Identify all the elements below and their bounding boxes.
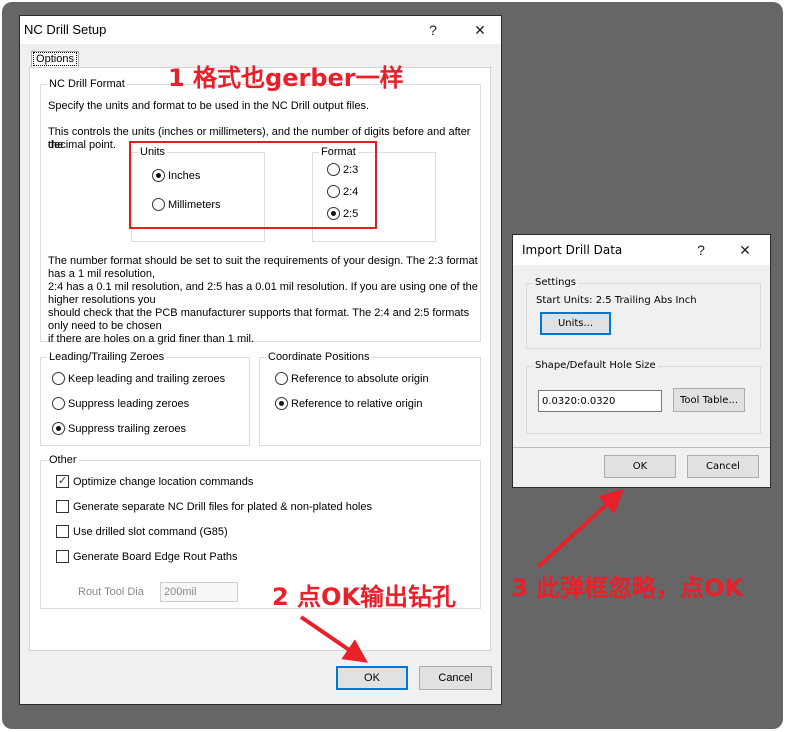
- format-description-7: if there are holes on a grid finer than …: [48, 333, 255, 345]
- checkbox-g85-slot-label: Use drilled slot command (G85): [73, 525, 228, 538]
- dialog-title: NC Drill Setup: [24, 22, 107, 37]
- tool-table-button[interactable]: Tool Table...: [673, 388, 745, 412]
- footer-divider: [513, 447, 770, 448]
- ok-button[interactable]: OK: [604, 455, 676, 478]
- radio-indicator: [52, 372, 65, 385]
- import-drill-data-dialog: Import Drill Data ? ✕ Settings Start Uni…: [512, 234, 771, 488]
- radio-indicator: [52, 397, 65, 410]
- format-description-5: should check that the PCB manufacturer s…: [48, 307, 470, 319]
- zeroes-label: Leading/Trailing Zeroes: [47, 350, 167, 364]
- annotation-1: 1 格式也gerber一样: [168, 64, 404, 92]
- hole-size-input[interactable]: [538, 390, 662, 412]
- checkbox-indicator: [56, 525, 69, 538]
- tab-options[interactable]: Options: [31, 51, 79, 68]
- radio-absolute-origin-label: Reference to absolute origin: [291, 372, 429, 385]
- nc-drill-format-label: NC Drill Format: [47, 77, 127, 91]
- radio-keep-zeroes[interactable]: Keep leading and trailing zeroes: [52, 372, 225, 385]
- cancel-button[interactable]: Cancel: [419, 666, 492, 690]
- units-button[interactable]: Units...: [540, 312, 611, 335]
- checkbox-g85-slot[interactable]: Use drilled slot command (G85): [56, 525, 228, 538]
- close-icon[interactable]: ✕: [470, 20, 490, 40]
- format-description-3: 2:4 has a 0.1 mil resolution, and 2:5 ha…: [48, 281, 478, 293]
- checkbox-optimize-location-label: Optimize change location commands: [73, 475, 254, 488]
- annotation-3: 3 此弹框忽略，点OK: [511, 574, 744, 602]
- coordinate-positions-group: Coordinate Positions Reference to absolu…: [259, 350, 481, 446]
- checkbox-optimize-location[interactable]: ✓ Optimize change location commands: [56, 475, 253, 488]
- settings-group: Settings Start Units: 2.5 Trailing Abs I…: [526, 276, 761, 349]
- radio-indicator: [52, 422, 65, 435]
- tab-options-label: Options: [33, 52, 77, 66]
- ok-button[interactable]: OK: [336, 666, 408, 690]
- format-description-4: higher resolutions you: [48, 294, 156, 306]
- dialog-title: Import Drill Data: [522, 243, 623, 257]
- format-intro-text: Specify the units and format to be used …: [48, 100, 369, 112]
- radio-suppress-trailing[interactable]: Suppress trailing zeroes: [52, 422, 186, 435]
- cancel-button[interactable]: Cancel: [687, 455, 759, 478]
- help-button[interactable]: ?: [423, 20, 443, 40]
- hole-size-label: Shape/Default Hole Size: [533, 359, 658, 373]
- format-controls-text-2: decimal point.: [48, 139, 116, 151]
- checkbox-board-edge-rout[interactable]: Generate Board Edge Rout Paths: [56, 550, 238, 563]
- rout-tool-dia-label: Rout Tool Dia: [78, 586, 144, 598]
- format-description-6: only need to be chosen: [48, 320, 162, 332]
- checkbox-indicator: [56, 500, 69, 513]
- zeroes-group: Leading/Trailing Zeroes Keep leading and…: [40, 350, 250, 446]
- annotation-2: 2 点OK输出钻孔: [272, 583, 457, 611]
- highlight-box: [129, 141, 377, 229]
- radio-suppress-leading-label: Suppress leading zeroes: [68, 397, 190, 410]
- radio-relative-origin-label: Reference to relative origin: [291, 397, 423, 410]
- title-bar: NC Drill Setup ? ✕: [20, 16, 501, 44]
- checkbox-indicator: [56, 550, 69, 563]
- radio-absolute-origin[interactable]: Reference to absolute origin: [275, 372, 429, 385]
- radio-keep-zeroes-label: Keep leading and trailing zeroes: [68, 372, 226, 385]
- radio-relative-origin[interactable]: Reference to relative origin: [275, 397, 422, 410]
- format-description-2: has a 1 mil resolution,: [48, 268, 155, 280]
- checkbox-board-edge-rout-label: Generate Board Edge Rout Paths: [73, 550, 238, 563]
- coordinate-positions-label: Coordinate Positions: [266, 350, 372, 364]
- checkbox-separate-files[interactable]: Generate separate NC Drill files for pla…: [56, 500, 372, 513]
- start-units-text: Start Units: 2.5 Trailing Abs Inch: [536, 295, 697, 306]
- settings-label: Settings: [533, 276, 579, 290]
- checkbox-separate-files-label: Generate separate NC Drill files for pla…: [73, 500, 372, 513]
- radio-indicator: [275, 372, 288, 385]
- radio-indicator: [275, 397, 288, 410]
- close-icon[interactable]: ✕: [735, 240, 755, 260]
- radio-suppress-trailing-label: Suppress trailing zeroes: [68, 422, 187, 435]
- help-button[interactable]: ?: [691, 240, 711, 260]
- title-bar: Import Drill Data ? ✕: [513, 235, 770, 265]
- other-label: Other: [47, 453, 79, 467]
- format-description-1: The number format should be set to suit …: [48, 255, 478, 267]
- radio-suppress-leading[interactable]: Suppress leading zeroes: [52, 397, 189, 410]
- checkmark-icon: ✓: [56, 475, 69, 488]
- rout-tool-dia-input[interactable]: [160, 582, 238, 602]
